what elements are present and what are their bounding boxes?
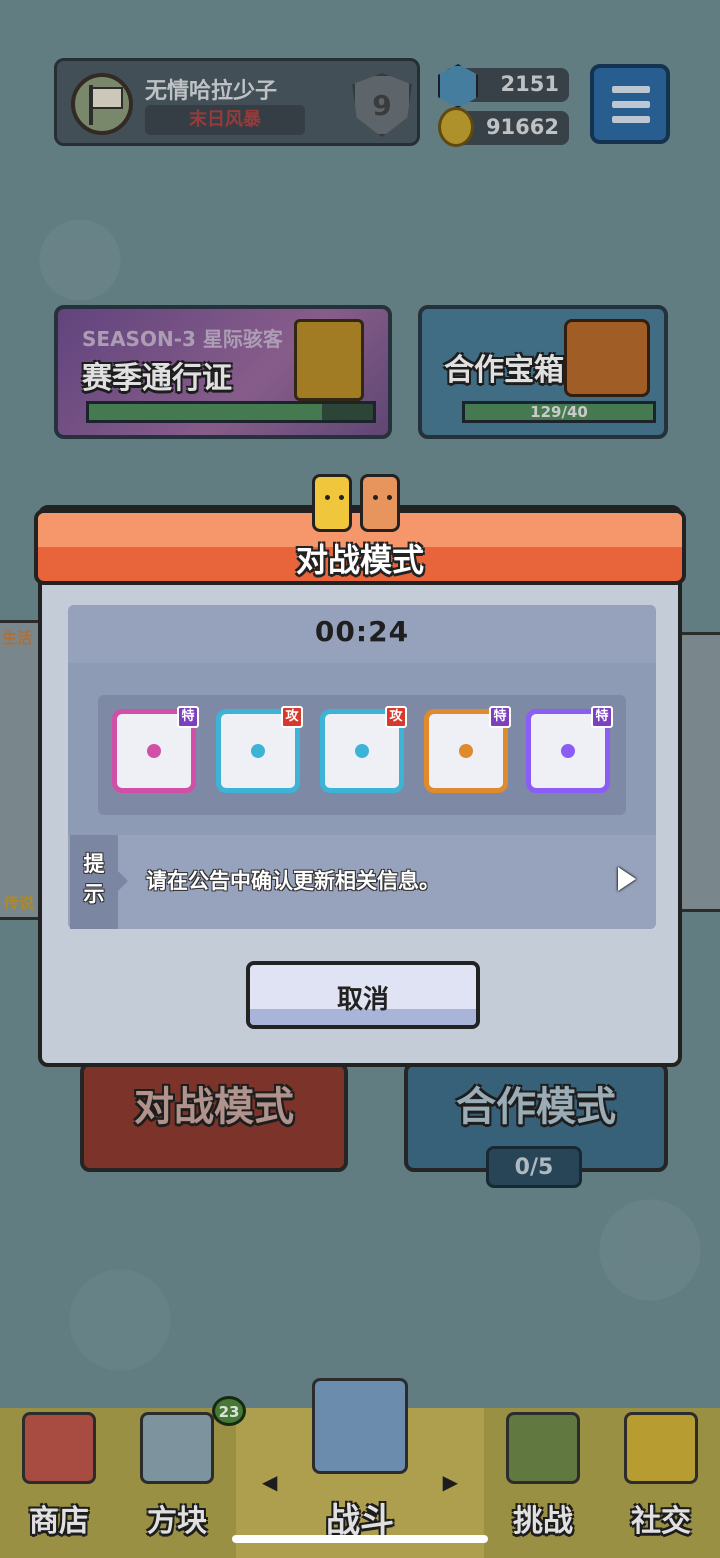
dice-pip — [355, 744, 369, 758]
deck-dice-3: 攻 — [320, 706, 407, 793]
matchmaking-timer: 00:24 — [314, 615, 410, 648]
dice-pip — [459, 744, 473, 758]
battle-matchmaking-modal: 对战模式 00:24 特 攻 攻 特 特 提 示 请在公告中确认更新相关信息。 … — [34, 505, 686, 1067]
home-indicator[interactable] — [232, 1535, 488, 1543]
dice-type-tag: 攻 — [281, 706, 303, 728]
deck-dice-5: 特 — [526, 706, 613, 793]
orange-dice-mascot-icon — [360, 474, 400, 532]
play-arrow-icon[interactable] — [618, 867, 636, 891]
hint-text: 请在公告中确认更新相关信息。 — [146, 869, 440, 893]
hint-label: 提 示 — [70, 835, 128, 929]
deck-dice-4: 特 — [424, 706, 511, 793]
cancel-button[interactable]: 取消 — [246, 961, 480, 1029]
dice-type-tag: 特 — [489, 706, 511, 728]
yellow-dice-mascot-icon — [312, 474, 352, 532]
cancel-button-label: 取消 — [336, 985, 389, 1015]
deck-dice-2: 攻 — [216, 706, 303, 793]
hint-label-char-2: 示 — [83, 882, 105, 906]
deck-dice-1: 特 — [112, 706, 199, 793]
hint-label-char-1: 提 — [83, 852, 105, 876]
dice-type-tag: 特 — [177, 706, 199, 728]
mascot-dice-icons — [312, 466, 408, 536]
modal-content: 00:24 特 攻 攻 特 特 提 示 请在公告中确认更新相关信息。 — [68, 605, 656, 929]
dice-type-tag: 攻 — [385, 706, 407, 728]
modal-title: 对战模式 — [295, 541, 424, 579]
hint-bar[interactable]: 提 示 请在公告中确认更新相关信息。 — [68, 835, 656, 929]
dice-pip — [251, 744, 265, 758]
dice-deck: 特 攻 攻 特 特 — [98, 695, 626, 815]
dice-type-tag: 特 — [591, 706, 613, 728]
dice-pip — [561, 744, 575, 758]
dice-pip — [147, 744, 161, 758]
timer-strip: 00:24 — [68, 605, 656, 663]
